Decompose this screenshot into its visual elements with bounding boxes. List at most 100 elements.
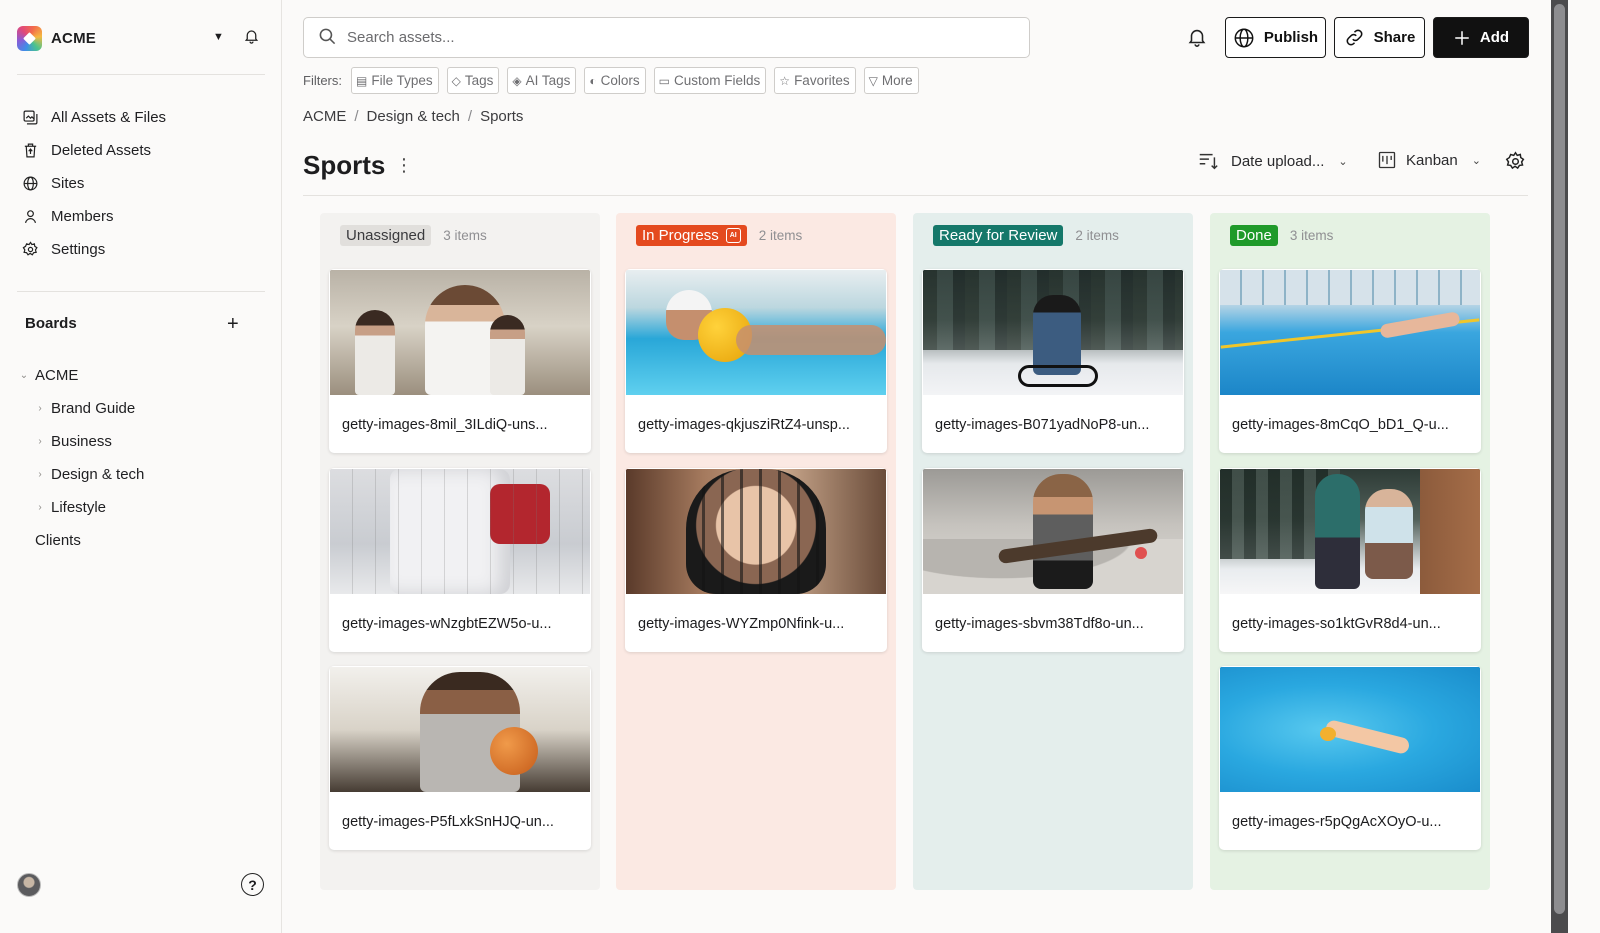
asset-card[interactable]: getty-images-qkjuszіRtZ4-unsp... — [625, 269, 887, 453]
sidebar-divider — [17, 74, 265, 75]
status-badge[interactable]: Unassigned — [340, 225, 432, 246]
asset-thumbnail — [330, 667, 590, 792]
chip-label: Tags — [464, 73, 494, 88]
search-bar — [303, 17, 1030, 58]
filter-file-types[interactable]: ▤ File Types — [351, 67, 439, 94]
item-count: 2 items — [1075, 228, 1119, 243]
search-input[interactable] — [347, 29, 947, 46]
kanban-column-done: Done 3 items getty-images-8mCqO_bD1_Q-u.… — [1210, 213, 1490, 890]
nav-label: Deleted Assets — [51, 141, 152, 159]
asset-card[interactable]: getty-images-sbvm38Tdf8o-un... — [922, 468, 1184, 652]
asset-card[interactable]: getty-images-r5pQgAcXOyO-u... — [1219, 666, 1481, 850]
caret-down-icon[interactable]: ▼ — [213, 31, 224, 43]
column-header: Done 3 items — [1230, 225, 1333, 246]
chevron-right-icon[interactable]: › — [33, 502, 47, 513]
nav-settings[interactable]: Settings — [17, 234, 265, 264]
more-vertical-icon[interactable]: ⋮ — [395, 155, 413, 176]
nav-label: All Assets & Files — [51, 108, 167, 126]
asset-card[interactable]: getty-images-so1ktGvR8d4-un... — [1219, 468, 1481, 652]
asset-filename: getty-images-sbvm38Tdf8o-un... — [935, 616, 1144, 632]
tree-label: Design & tech — [51, 465, 145, 483]
user-icon — [21, 207, 39, 225]
asset-thumbnail — [1220, 469, 1480, 594]
funnel-icon: ▽ — [868, 73, 878, 88]
item-count: 3 items — [1289, 228, 1334, 243]
filter-colors[interactable]: ◐ Colors — [584, 67, 646, 94]
asset-card[interactable]: getty-images-P5fLxkSnHJQ-un... — [329, 666, 591, 850]
workspace-logo — [17, 25, 42, 51]
palette-icon: ◐ — [589, 73, 597, 88]
scrollbar-thumb[interactable] — [1554, 4, 1565, 914]
asset-thumbnail — [626, 270, 886, 395]
view-label: Kanban — [1406, 151, 1458, 169]
nav-deleted-assets[interactable]: Deleted Assets — [17, 135, 265, 165]
tree-item-lifestyle[interactable]: › Lifestyle — [33, 493, 106, 521]
tag-icon: ◇ — [451, 73, 461, 88]
asset-card[interactable]: getty-images-WYZmp0Nfink-u... — [625, 468, 887, 652]
status-badge[interactable]: In Progress AI — [636, 225, 747, 246]
view-dropdown[interactable]: Kanban ⌄ — [1377, 150, 1481, 170]
nav-sites[interactable]: Sites — [17, 168, 265, 198]
chevron-right-icon[interactable]: › — [33, 403, 47, 414]
window-edge — [1568, 0, 1600, 933]
tree-item-business[interactable]: › Business — [33, 427, 112, 455]
nav-all-assets[interactable]: All Assets & Files — [17, 102, 265, 132]
kanban-column-unassigned: Unassigned 3 items getty-images-8mil_3IL… — [320, 213, 600, 890]
tree-item-brand-guide[interactable]: › Brand Guide — [33, 394, 135, 422]
tree-label: Clients — [35, 531, 81, 549]
status-badge[interactable]: Ready for Review — [933, 225, 1064, 246]
asset-card[interactable]: getty-images-B071yadNoP8-un... — [922, 269, 1184, 453]
asset-card[interactable]: getty-images-8mCqO_bD1_Q-u... — [1219, 269, 1481, 453]
asset-thumbnail — [1220, 667, 1480, 792]
asset-card[interactable]: getty-images-8mil_3ILdiQ-uns... — [329, 269, 591, 453]
add-board-icon[interactable]: + — [227, 314, 239, 334]
breadcrumb-item[interactable]: Sports — [480, 108, 523, 125]
add-button[interactable]: Add — [1433, 17, 1529, 58]
breadcrumb-item[interactable]: ACME — [303, 108, 346, 125]
filter-favorites[interactable]: ☆ Favorites — [774, 67, 856, 94]
publish-button[interactable]: Publish — [1225, 17, 1326, 58]
help-icon[interactable]: ? — [241, 873, 264, 896]
ai-tag-icon: ◈ — [512, 73, 522, 88]
column-header: In Progress AI 2 items — [636, 225, 802, 246]
notifications-bell-icon[interactable] — [243, 27, 260, 48]
notifications-bell-icon[interactable] — [1186, 25, 1208, 52]
status-badge[interactable]: Done — [1230, 225, 1278, 246]
trash-icon — [21, 141, 39, 159]
sort-dropdown[interactable]: Date upload... ⌄ — [1197, 150, 1348, 172]
asset-thumbnail — [1220, 270, 1480, 395]
breadcrumb-separator: / — [354, 108, 359, 125]
filter-tags[interactable]: ◇ Tags — [446, 67, 500, 94]
asset-filename: getty-images-qkjuszіRtZ4-unsp... — [638, 417, 850, 433]
workspace-switcher[interactable]: ACME ▼ — [17, 25, 265, 51]
filter-ai-tags[interactable]: ◈ AI Tags — [507, 67, 577, 94]
ai-chip-icon: AI — [725, 228, 741, 243]
filter-custom-fields[interactable]: ▭ Custom Fields — [653, 67, 767, 94]
avatar[interactable] — [17, 873, 41, 897]
tree-item-acme[interactable]: ⌄ ACME — [17, 361, 79, 389]
chip-label: AI Tags — [525, 73, 571, 88]
breadcrumb-item[interactable]: Design & tech — [367, 108, 460, 125]
tree-label: Lifestyle — [51, 498, 107, 516]
asset-filename: getty-images-wNzgbtEZW5o-u... — [342, 616, 552, 632]
share-button[interactable]: Share — [1334, 17, 1425, 58]
filter-more[interactable]: ▽ More — [863, 67, 919, 94]
kanban-column-ready-for-review: Ready for Review 2 items getty-images-B0… — [913, 213, 1193, 890]
chevron-right-icon[interactable]: › — [33, 436, 47, 447]
chevron-right-icon[interactable]: › — [33, 469, 47, 480]
board-settings-gear-icon[interactable] — [1505, 151, 1526, 175]
asset-card[interactable]: getty-images-wNzgbtEZW5o-u... — [329, 468, 591, 652]
vertical-scrollbar[interactable] — [1551, 0, 1568, 933]
nav-members[interactable]: Members — [17, 201, 265, 231]
breadcrumb-separator: / — [467, 108, 473, 125]
chevron-down-icon[interactable]: ⌄ — [17, 370, 31, 381]
boards-heading: Boards — [25, 315, 77, 332]
sidebar-divider — [17, 291, 265, 292]
status-label: In Progress — [642, 227, 719, 244]
filters-label: Filters: — [303, 73, 342, 88]
globe-icon — [21, 174, 39, 192]
tree-item-clients[interactable]: Clients — [35, 526, 81, 554]
chip-label: More — [881, 73, 913, 88]
header-divider — [303, 195, 1528, 196]
tree-item-design-tech[interactable]: › Design & tech — [33, 460, 144, 488]
